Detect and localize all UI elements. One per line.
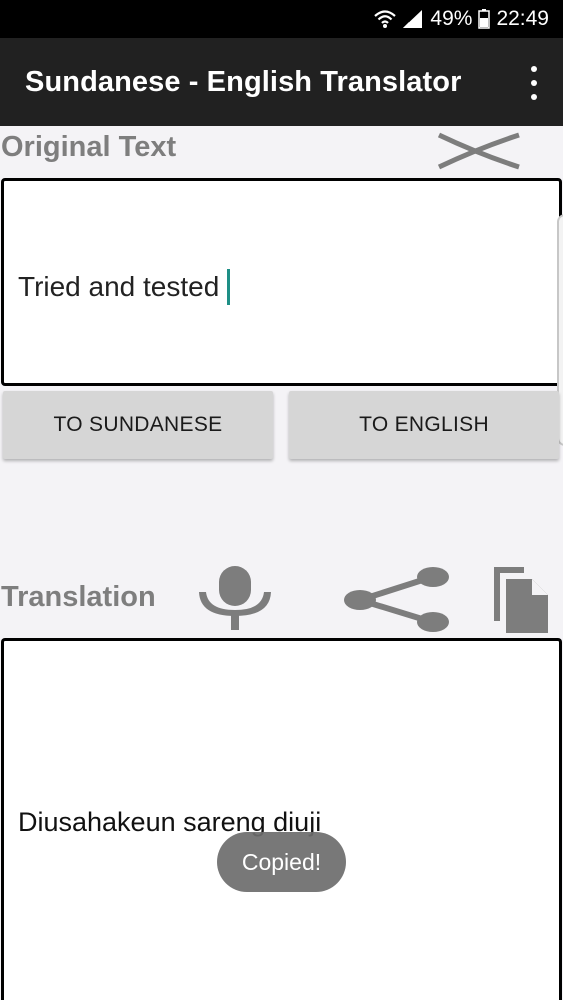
original-text-label: Original Text [1, 131, 177, 163]
copy-icon[interactable] [492, 565, 550, 635]
share-icon[interactable] [344, 567, 450, 633]
clear-icon[interactable] [437, 132, 521, 170]
translation-label: Translation [1, 581, 156, 613]
translation-output: Diusahakeun sareng diuji [1, 638, 562, 1000]
menu-dot [531, 94, 537, 100]
wifi-icon [374, 9, 397, 29]
copied-toast: Copied! [217, 832, 346, 892]
to-english-button[interactable]: TO ENGLISH [289, 391, 559, 459]
original-text-input[interactable]: Tried and tested [1, 178, 562, 386]
status-bar: 49% 22:49 [0, 0, 563, 38]
overflow-menu-icon[interactable] [525, 66, 543, 100]
menu-dot [531, 80, 537, 86]
microphone-icon[interactable] [194, 566, 276, 630]
signal-icon [402, 9, 424, 29]
battery-icon [478, 9, 491, 29]
original-text-content: Tried and tested [18, 269, 231, 305]
original-text-value: Tried and tested [18, 271, 220, 302]
to-sundanese-button[interactable]: TO SUNDANESE [3, 391, 273, 459]
status-time: 22:49 [496, 7, 549, 30]
app-title: Sundanese - English Translator [25, 65, 462, 98]
menu-dot [531, 66, 537, 72]
battery-percent: 49% [430, 7, 473, 30]
app-bar: Sundanese - English Translator [0, 38, 563, 126]
text-cursor [227, 269, 231, 305]
